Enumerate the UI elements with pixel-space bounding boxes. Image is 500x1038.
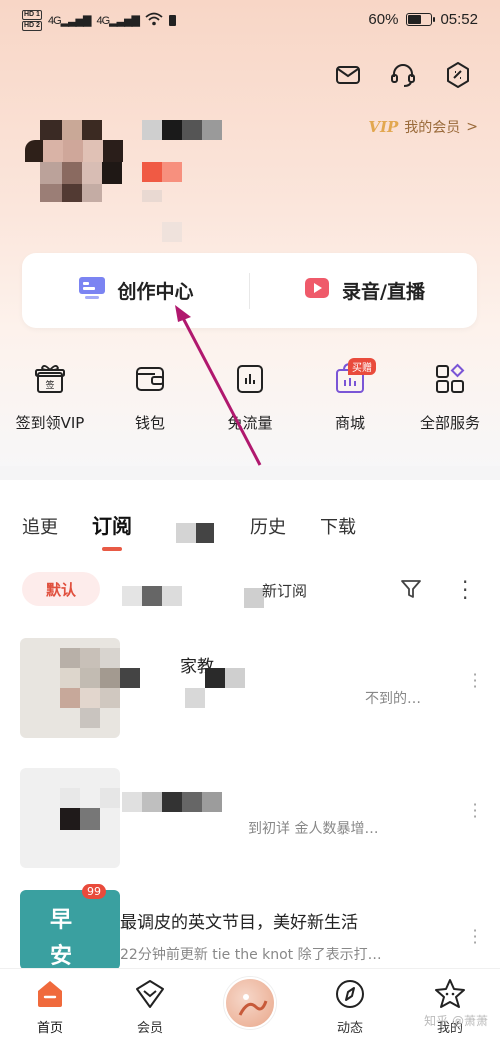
filter-row: 默认 新订阅 · · · — [22, 570, 482, 608]
service-grid: 签 签到领VIP 钱包 免流量 买赠 商城 全部服务 — [0, 358, 500, 442]
tab-subscribe[interactable]: 订阅 — [92, 510, 132, 551]
signal-2-icon: 4G▂▃▅▇ — [96, 15, 140, 27]
service-label: 商城 — [334, 414, 365, 432]
avatar[interactable] — [25, 118, 125, 203]
home-icon — [33, 977, 67, 1015]
nav-play-center[interactable] — [200, 969, 300, 1038]
redacted-mosaic — [225, 668, 245, 688]
tab-download[interactable]: 下载 — [320, 513, 356, 539]
service-data-free[interactable]: 免流量 — [200, 362, 300, 442]
nav-label: 会员 — [136, 1021, 163, 1036]
record-live-button[interactable]: 录音/直播 — [250, 275, 477, 306]
customer-service-icon[interactable] — [388, 60, 418, 90]
redacted-mosaic — [120, 668, 140, 688]
service-store[interactable]: 买赠 商城 — [300, 358, 400, 442]
sort-default-chip[interactable]: 默认 — [22, 572, 100, 606]
service-all[interactable]: 全部服务 — [400, 362, 500, 442]
scan-settings-icon[interactable] — [443, 60, 473, 90]
item-subtitle: 不到的… — [365, 691, 421, 707]
list-item[interactable]: 早 安 99 最调皮的英文节目，美好新生活 22分钟前更新 tie the kn… — [20, 884, 480, 970]
nav-label: 首页 — [36, 1021, 63, 1036]
service-label: 签到领VIP — [15, 414, 85, 432]
item-subtitle: 到初详 金人数暴增… — [248, 821, 379, 837]
service-label: 免流量 — [227, 414, 273, 432]
nav-home[interactable]: 首页 — [0, 969, 100, 1038]
item-more-icon[interactable]: · · · — [470, 923, 480, 951]
lock-icon — [169, 15, 177, 26]
watermark: 知乎 @萧萧 — [424, 1014, 488, 1028]
clock: 05:52 — [440, 11, 478, 28]
wallet-icon — [133, 362, 167, 400]
gift-sign-icon: 签 — [33, 362, 67, 400]
my-membership-link[interactable]: VIP 我的会员 > — [368, 117, 478, 137]
signal-1-icon: 4G▂▃▅▇ — [47, 15, 92, 27]
service-label: 全部服务 — [419, 414, 480, 432]
battery-percent: 60% — [368, 11, 399, 28]
list-item[interactable]: 到初详 金人数暴增… · · · — [20, 768, 480, 868]
update-badge: 99 — [82, 884, 106, 899]
tab-history[interactable]: 历史 — [250, 513, 286, 539]
vip-badge: VIP — [368, 118, 399, 136]
all-services-icon — [433, 362, 467, 400]
item-more-icon[interactable]: · · · — [470, 667, 480, 695]
mail-icon[interactable] — [333, 60, 363, 90]
item-title: 最调皮的英文节目，美好新生活 — [120, 913, 358, 933]
redacted-mosaic — [185, 688, 205, 708]
redacted-mosaic — [182, 792, 202, 812]
redacted-mosaic — [142, 792, 162, 812]
item-subtitle: 22分钟前更新 tie the knot 除了表示打… — [120, 947, 382, 963]
library-tabs: 追更 订阅 历史 下载 — [22, 510, 356, 551]
status-bar: HD 1 HD 2 4G▂▃▅▇ 4G▂▃▅▇ 60% 05:52 — [0, 0, 500, 40]
nav-label: 动态 — [336, 1021, 363, 1036]
service-checkin-vip[interactable]: 签 签到领VIP — [0, 362, 100, 442]
creation-monitor-icon — [77, 275, 107, 306]
record-play-icon — [302, 275, 332, 306]
redacted-mosaic — [205, 668, 225, 688]
list-item[interactable]: 家教 不到的… · · · — [20, 638, 480, 738]
play-center-icon — [224, 977, 276, 1029]
redacted-mosaic — [202, 792, 222, 812]
new-subscription-sort[interactable]: 新订阅 — [262, 580, 307, 601]
filter-funnel-icon[interactable] — [400, 578, 422, 604]
record-live-label: 录音/直播 — [342, 281, 425, 303]
service-wallet[interactable]: 钱包 — [100, 362, 200, 442]
creation-card: 创作中心 录音/直播 — [22, 253, 477, 328]
section-divider — [0, 466, 500, 480]
hd2-indicator: HD 2 — [22, 21, 42, 31]
dynamic-icon — [333, 977, 367, 1015]
svg-text:签: 签 — [45, 379, 54, 391]
chevron-right-icon: > — [466, 119, 478, 135]
tab-follow[interactable]: 追更 — [22, 513, 58, 539]
profile-star-icon — [433, 977, 467, 1015]
nav-member[interactable]: 会员 — [100, 969, 200, 1038]
battery-icon — [406, 13, 436, 26]
creation-center-label: 创作中心 — [117, 281, 194, 303]
service-label: 钱包 — [134, 414, 165, 432]
member-icon — [133, 977, 167, 1015]
wifi-icon — [145, 12, 163, 29]
redacted-mosaic — [122, 792, 142, 812]
redacted-mosaic — [162, 792, 182, 812]
more-options-icon[interactable]: · · · — [462, 572, 468, 608]
tab-redacted[interactable] — [166, 515, 216, 543]
podcast-thumbnail — [20, 638, 120, 738]
redacted-mosaic — [244, 588, 264, 608]
thumb-text: 安 — [50, 944, 73, 969]
thumb-text: 早 — [50, 908, 73, 933]
hd1-indicator: HD 1 — [22, 10, 42, 20]
item-more-icon[interactable]: · · · — [470, 797, 480, 825]
nav-dynamic[interactable]: 动态 — [300, 969, 400, 1038]
podcast-thumbnail — [20, 768, 120, 868]
creation-center-button[interactable]: 创作中心 — [22, 275, 249, 306]
redacted-sort-option[interactable] — [122, 580, 202, 608]
podcast-thumbnail: 早 安 — [20, 890, 120, 970]
vip-label: 我的会员 — [404, 120, 461, 136]
data-free-icon — [233, 362, 267, 400]
store-badge: 买赠 — [348, 358, 376, 375]
